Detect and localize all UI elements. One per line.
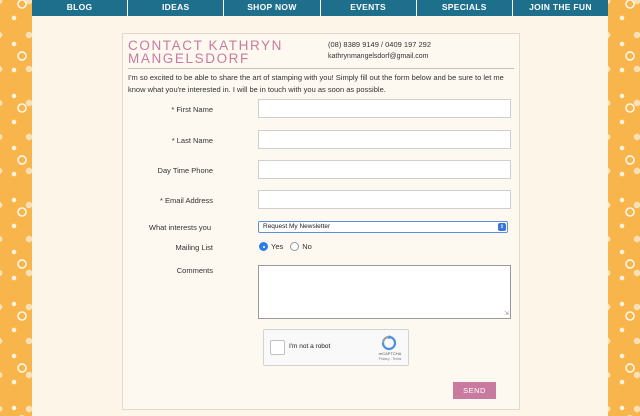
recaptcha-label: I'm not a robot — [289, 343, 331, 350]
contact-phone: (08) 8389 9149 / 0409 197 292 — [328, 40, 432, 49]
mailing-list-label: Mailing List — [175, 243, 213, 252]
nav-item-shop-now[interactable]: SHOP NOW — [224, 0, 321, 16]
mailing-no-radio[interactable] — [290, 242, 300, 251]
email-field[interactable] — [258, 190, 511, 209]
header-divider — [128, 68, 514, 69]
recaptcha-logo-icon — [381, 335, 397, 351]
nav-item-specials[interactable]: SPECIALS — [417, 0, 513, 16]
recaptcha-links[interactable]: Privacy - Terms — [372, 357, 408, 361]
mailing-list-options: Yes No — [259, 242, 319, 251]
main-nav: BLOG IDEAS SHOP NOW EVENTS SPECIALS JOIN… — [32, 0, 608, 16]
first-name-label: * First Name — [171, 105, 213, 114]
comments-textarea[interactable]: ⇲ — [258, 265, 511, 319]
email-label: * Email Address — [160, 196, 213, 205]
nav-item-blog[interactable]: BLOG — [32, 0, 129, 16]
recaptcha-widget: I'm not a robot reCAPTCHA Privacy - Term… — [263, 329, 409, 366]
nav-item-join-the-fun[interactable]: JOIN THE FUN — [513, 0, 608, 16]
page-title: CONTACT KATHRYN MANGELSDORF — [128, 38, 284, 66]
mailing-yes-label: Yes — [271, 242, 284, 251]
page-content: BLOG IDEAS SHOP NOW EVENTS SPECIALS JOIN… — [32, 0, 608, 416]
send-button[interactable]: SEND — [453, 382, 496, 399]
decorative-side-pattern-right — [608, 0, 640, 416]
day-phone-field[interactable] — [258, 160, 511, 179]
contact-card: CONTACT KATHRYN MANGELSDORF (08) 8389 91… — [122, 33, 520, 410]
first-name-field[interactable] — [258, 99, 511, 118]
interests-label: What interests you — [148, 223, 211, 232]
intro-text: I'm so excited to be able to share the a… — [128, 73, 504, 94]
decorative-side-pattern-left — [0, 0, 32, 416]
last-name-field[interactable] — [258, 130, 511, 149]
mailing-no-label: No — [302, 242, 312, 251]
resize-handle-icon[interactable]: ⇲ — [504, 311, 509, 317]
day-phone-label: Day Time Phone — [157, 166, 213, 175]
recaptcha-checkbox[interactable] — [270, 340, 285, 355]
chevron-updown-icon: ⇕ — [498, 223, 506, 231]
nav-item-events[interactable]: EVENTS — [321, 0, 417, 16]
contact-email[interactable]: kathrynmangelsdorf@gmail.com — [328, 53, 428, 60]
recaptcha-brand: reCAPTCHA — [378, 351, 402, 356]
interests-select-value: Request My Newsletter — [263, 223, 331, 230]
mailing-yes-radio[interactable] — [259, 242, 268, 251]
interests-select[interactable]: Request My Newsletter ⇕ — [258, 221, 508, 233]
nav-item-ideas[interactable]: IDEAS — [128, 0, 225, 16]
comments-label: Comments — [176, 266, 213, 275]
last-name-label: * Last Name — [171, 136, 213, 145]
